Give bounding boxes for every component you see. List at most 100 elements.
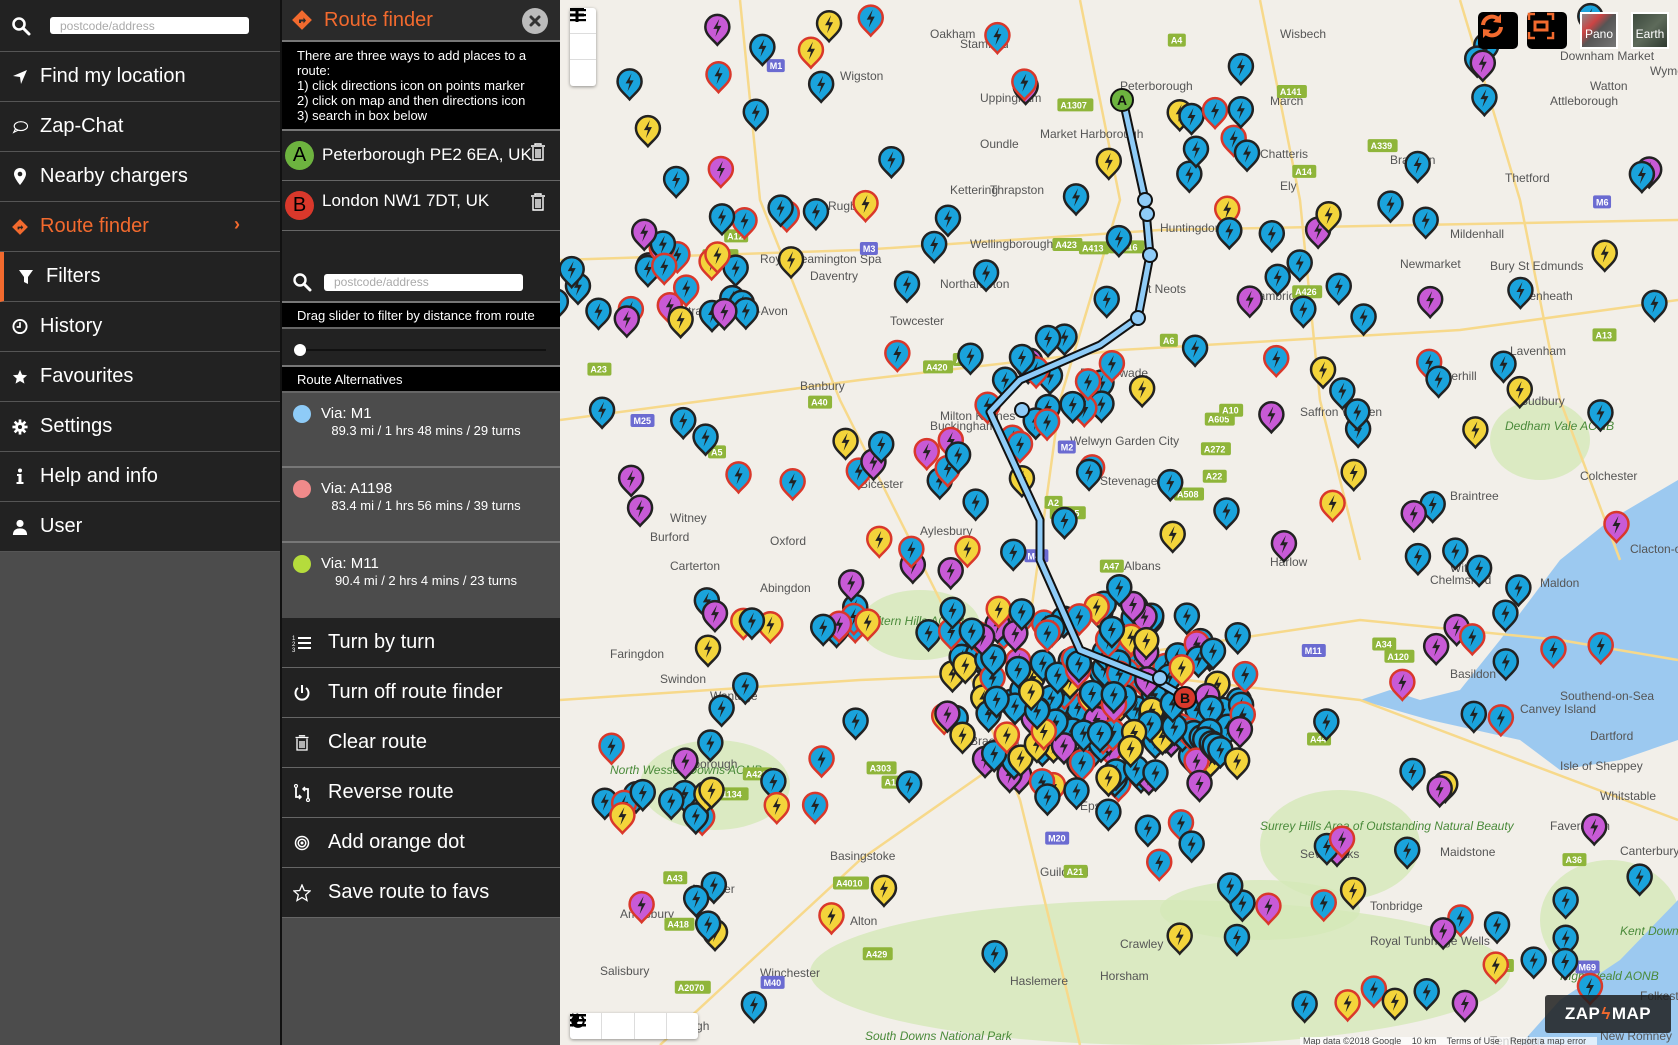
route-search-input[interactable] <box>324 273 523 291</box>
charger-pin[interactable] <box>1159 520 1186 554</box>
charger-pin[interactable] <box>1350 303 1377 337</box>
charger-pin[interactable] <box>732 297 760 331</box>
charger-pin[interactable] <box>807 70 835 104</box>
route-alternative[interactable]: Via: M1 89.3 mi / 1 hrs 48 mins / 29 tur… <box>282 393 560 468</box>
charger-pin[interactable] <box>893 270 921 304</box>
charger-pin[interactable] <box>920 230 948 264</box>
zoom-in-button[interactable] <box>570 8 596 60</box>
list-button[interactable] <box>570 1013 635 1039</box>
charger-pin[interactable] <box>694 634 722 668</box>
waypoint-end[interactable]: B London NW1 7DT, UK <box>282 181 560 231</box>
charger-pin[interactable] <box>609 801 636 836</box>
save-route-to-favs-button[interactable]: Save route to favs <box>282 868 560 918</box>
charger-pin[interactable] <box>1580 813 1608 847</box>
sidebar-item-filters[interactable]: Filters <box>0 252 280 302</box>
sidebar-item-user[interactable]: User <box>0 502 280 552</box>
charger-pin[interactable] <box>895 770 923 804</box>
route-alternative[interactable]: Via: A1198 83.4 mi / 1 hrs 56 mins / 39 … <box>282 468 560 543</box>
charger-pin[interactable] <box>1095 798 1122 832</box>
charger-pin[interactable] <box>1224 621 1251 656</box>
zoom-out-button[interactable] <box>570 8 596 86</box>
charger-pin[interactable] <box>667 305 694 340</box>
add-orange-dot-button[interactable]: Add orange dot <box>282 818 560 868</box>
distance-slider[interactable] <box>282 329 560 367</box>
charger-pin[interactable] <box>1186 769 1213 803</box>
charger-pin[interactable] <box>588 396 616 430</box>
map-layer[interactable]: StamfordWisbechDownham MarketOakhamPeter… <box>560 0 1678 1045</box>
charger-pin[interactable] <box>1462 416 1489 450</box>
slider-thumb[interactable] <box>294 344 306 356</box>
charger-pin[interactable] <box>1236 285 1264 319</box>
charger-pin[interactable] <box>1469 49 1497 83</box>
clear-route-button[interactable]: Clear route <box>282 718 560 768</box>
charger-pin[interactable] <box>1051 506 1078 540</box>
charger-pin[interactable] <box>1319 489 1346 523</box>
charger-pin[interactable] <box>1134 814 1162 848</box>
route-alternative[interactable]: Via: M11 90.4 mi / 2 hrs 4 mins / 23 tur… <box>282 543 560 618</box>
charger-pin[interactable] <box>842 707 869 741</box>
report-error-link[interactable]: Report a map error <box>1510 1036 1586 1045</box>
charger-pin[interactable] <box>802 197 830 232</box>
terms-link[interactable]: Terms of Use <box>1447 1036 1500 1045</box>
charger-pin[interactable] <box>1459 623 1486 657</box>
search-icon[interactable] <box>292 272 312 292</box>
turn-by-turn-button[interactable]: 123 Turn by turn <box>282 618 560 668</box>
charger-pin[interactable] <box>878 145 905 180</box>
charger-pin[interactable] <box>763 791 791 826</box>
charger-pin[interactable] <box>1520 946 1547 980</box>
charger-pin[interactable] <box>626 494 654 528</box>
charger-pin[interactable] <box>1201 96 1229 131</box>
charger-pin[interactable] <box>598 732 625 766</box>
charger-pin[interactable] <box>1093 285 1120 319</box>
charger-pin[interactable] <box>1227 95 1255 130</box>
charger-pin[interactable] <box>701 599 729 634</box>
charger-pin[interactable] <box>705 60 732 95</box>
charger-pin[interactable] <box>1034 324 1062 358</box>
charger-pin[interactable] <box>779 468 806 502</box>
charger-pin[interactable] <box>815 10 843 44</box>
sidebar-item-zap-chat[interactable]: Zap-Chat <box>0 102 280 152</box>
route-via-handle[interactable] <box>1152 670 1168 686</box>
charger-pin[interactable] <box>1178 830 1205 864</box>
charger-pin[interactable] <box>707 155 735 189</box>
charger-pin[interactable] <box>613 305 641 339</box>
sidebar-search-input[interactable] <box>50 17 249 34</box>
sidebar-item-settings[interactable]: Settings <box>0 402 280 452</box>
charger-pin[interactable] <box>934 204 962 238</box>
charger-pin[interactable] <box>1095 147 1123 181</box>
charger-pin[interactable] <box>617 464 645 498</box>
charger-pin[interactable] <box>1340 458 1367 492</box>
charger-pin[interactable] <box>1062 183 1090 217</box>
route-via-handle[interactable] <box>1139 206 1155 222</box>
waypoint-start[interactable]: A Peterborough PE2 6EA, UK <box>282 131 560 181</box>
charger-pin[interactable] <box>832 427 859 461</box>
charger-pin[interactable] <box>1128 375 1156 409</box>
charger-pin[interactable] <box>1213 497 1240 531</box>
sidebar-item-history[interactable]: History <box>0 302 280 352</box>
charger-pin[interactable] <box>704 13 731 47</box>
charger-pin[interactable] <box>1422 632 1450 667</box>
charger-pin[interactable] <box>1000 538 1027 572</box>
next-button[interactable] <box>571 1013 698 1039</box>
sidebar-item-route-finder[interactable]: Route finder › <box>0 202 280 252</box>
trash-icon[interactable] <box>530 193 546 211</box>
charger-pin[interactable] <box>937 557 964 591</box>
charger-pin[interactable] <box>884 339 911 373</box>
charger-pin[interactable] <box>560 288 570 319</box>
charger-pin[interactable] <box>1216 217 1243 251</box>
charger-pin[interactable] <box>1258 401 1285 435</box>
close-button[interactable] <box>522 8 548 34</box>
charger-pin[interactable] <box>1178 102 1205 136</box>
charger-pin[interactable] <box>1507 276 1534 310</box>
charger-pin[interactable] <box>852 189 879 224</box>
charger-pin[interactable] <box>1181 334 1209 368</box>
charger-pin[interactable] <box>1377 190 1404 224</box>
sidebar-item-help-and-info[interactable]: Help and info <box>0 452 280 502</box>
charger-pin[interactable] <box>1034 619 1061 653</box>
charger-pin[interactable] <box>669 406 697 441</box>
charger-pin[interactable] <box>634 114 662 149</box>
sidebar-item-nearby-chargers[interactable]: Nearby chargers <box>0 152 280 202</box>
charger-pin[interactable] <box>797 36 825 70</box>
charger-pin[interactable] <box>818 902 845 936</box>
charger-pin[interactable] <box>1641 289 1668 323</box>
